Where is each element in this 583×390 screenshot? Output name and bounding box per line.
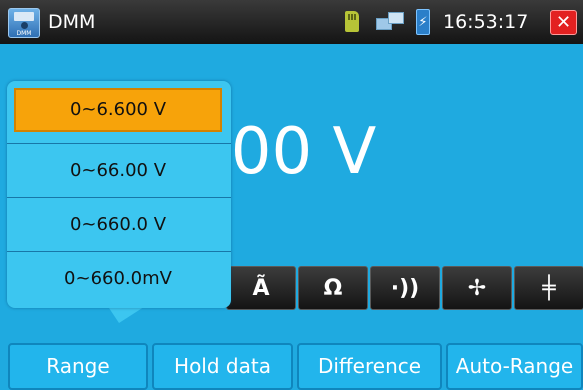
difference-button[interactable]: Difference bbox=[297, 343, 442, 390]
app-title: DMM bbox=[48, 11, 96, 33]
capacitance-button[interactable]: ╪ bbox=[514, 266, 583, 310]
range-option-66v[interactable]: 0~66.00 V bbox=[14, 149, 222, 193]
range-option-660mv[interactable]: 0~660.0mV bbox=[14, 257, 222, 301]
range-option-660v[interactable]: 0~660.0 V bbox=[14, 203, 222, 247]
ac-current-button[interactable]: Ã bbox=[226, 266, 296, 310]
status-bar: DMM DMM ⚡ 16:53:17 ✕ bbox=[0, 0, 583, 44]
range-divider bbox=[7, 143, 231, 144]
clock: 16:53:17 bbox=[443, 11, 529, 33]
auto-range-button[interactable]: Auto-Range bbox=[446, 343, 583, 390]
resistance-button[interactable]: Ω bbox=[298, 266, 368, 310]
range-divider bbox=[7, 251, 231, 252]
range-popup: 0~6.600 V 0~66.00 V 0~660.0 V 0~660.0mV bbox=[7, 81, 231, 308]
range-option-6v[interactable]: 0~6.600 V bbox=[14, 88, 222, 132]
capacitance-icon: ╪ bbox=[542, 276, 556, 301]
battery-charging-icon: ⚡ bbox=[416, 9, 430, 35]
app-icon-label: DMM bbox=[16, 30, 32, 37]
diode-button[interactable]: ✢ bbox=[442, 266, 512, 310]
dmm-app-icon: DMM bbox=[8, 8, 40, 38]
range-button[interactable]: Range bbox=[8, 343, 148, 390]
range-divider bbox=[7, 197, 231, 198]
ac-current-icon: Ã bbox=[252, 276, 270, 301]
continuity-icon: ·)) bbox=[390, 276, 420, 301]
close-button[interactable]: ✕ bbox=[550, 10, 577, 35]
resistance-icon: Ω bbox=[323, 276, 343, 301]
hold-data-button[interactable]: Hold data bbox=[152, 343, 293, 390]
bottom-toolbar: Range Hold data Difference Auto-Range bbox=[0, 343, 583, 390]
continuity-button[interactable]: ·)) bbox=[370, 266, 440, 310]
network-icon bbox=[376, 10, 406, 34]
diode-icon: ✢ bbox=[467, 276, 487, 301]
sd-card-icon bbox=[345, 11, 359, 32]
